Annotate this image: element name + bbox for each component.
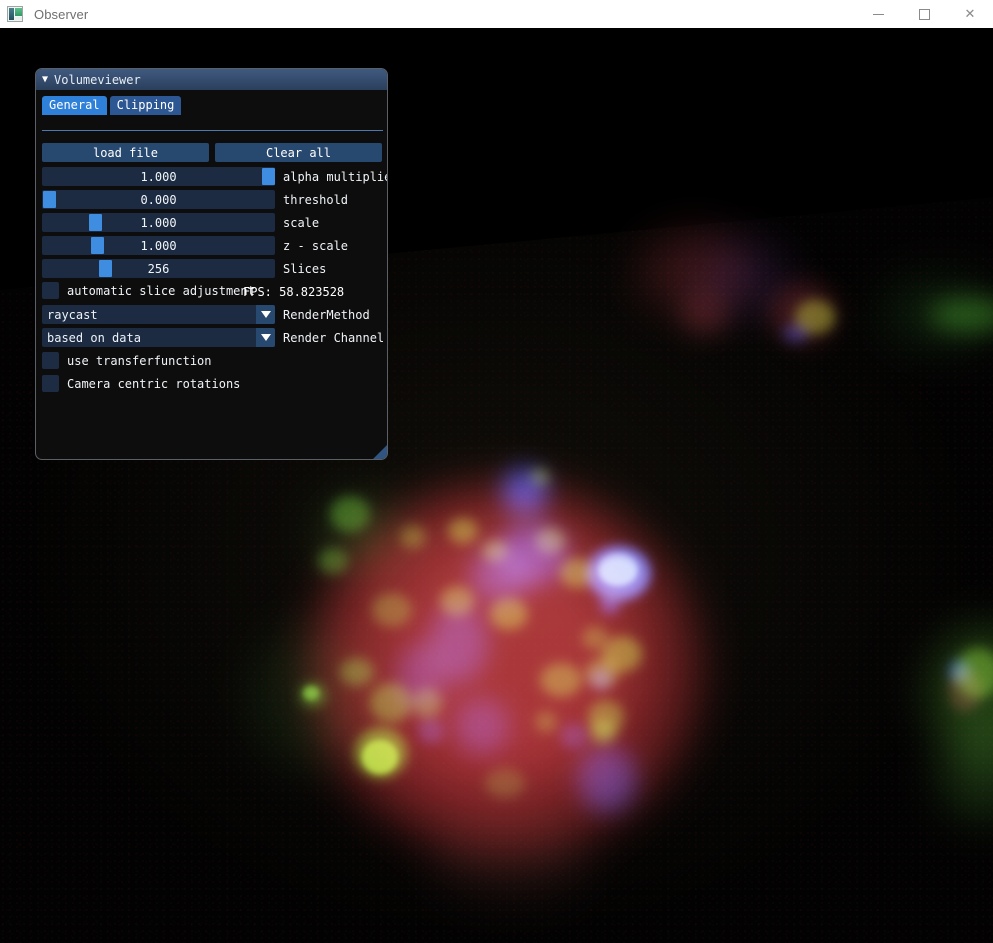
render-channel-value: based on data bbox=[47, 330, 141, 345]
panel-resize-grip[interactable] bbox=[373, 445, 387, 459]
panel-title: Volumeviewer bbox=[54, 72, 141, 87]
file-button-row: load file Clear all bbox=[42, 143, 382, 162]
slider-value: 1.000 bbox=[140, 169, 177, 184]
collapse-triangle-icon[interactable]: ▼ bbox=[42, 74, 48, 85]
alpha-multiplier-slider[interactable]: 1.000 bbox=[42, 167, 275, 186]
render-channel-dropdown[interactable]: based on data bbox=[42, 328, 275, 347]
chevron-down-icon[interactable] bbox=[256, 328, 275, 347]
automatic-slice-adjustment-checkbox[interactable] bbox=[42, 282, 59, 299]
load-file-button[interactable]: load file bbox=[42, 143, 209, 162]
maximize-icon bbox=[918, 8, 930, 20]
slider-row-threshold: 0.000 threshold bbox=[42, 190, 348, 209]
window-title: Observer bbox=[34, 6, 89, 22]
slider-value: 0.000 bbox=[140, 192, 177, 207]
tab-underline bbox=[42, 130, 383, 131]
clear-all-button[interactable]: Clear all bbox=[215, 143, 382, 162]
camera-centric-rotations-label: Camera centric rotations bbox=[67, 376, 241, 391]
maximize-button[interactable] bbox=[901, 0, 947, 28]
render-channel-label: Render Channel bbox=[283, 330, 385, 345]
title-bar: Observer ✕ bbox=[0, 0, 993, 28]
tab-general[interactable]: General bbox=[42, 96, 107, 115]
camera-centric-rotations-checkbox[interactable] bbox=[42, 375, 59, 392]
render-channel-row: based on data Render Channel bbox=[42, 328, 384, 347]
application-window: Observer ✕ ▼ Volumeviewer General Clippi… bbox=[0, 0, 993, 943]
z-scale-slider[interactable]: 1.000 bbox=[42, 236, 275, 255]
tab-bar: General Clipping bbox=[42, 96, 387, 115]
use-transferfunction-row: use transferfunction bbox=[42, 352, 212, 369]
alpha-multiplier-label: alpha multiplier bbox=[283, 169, 388, 184]
slider-row-z-scale: 1.000 z - scale bbox=[42, 236, 348, 255]
slider-row-scale: 1.000 scale bbox=[42, 213, 319, 232]
scale-slider[interactable]: 1.000 bbox=[42, 213, 275, 232]
fps-readout: FPS: 58.823528 bbox=[243, 285, 345, 299]
render-method-value: raycast bbox=[47, 307, 98, 322]
close-button[interactable]: ✕ bbox=[947, 0, 993, 28]
threshold-slider[interactable]: 0.000 bbox=[42, 190, 275, 209]
tab-clipping[interactable]: Clipping bbox=[109, 96, 182, 115]
slider-value: 1.000 bbox=[140, 238, 177, 253]
panel-header[interactable]: ▼ Volumeviewer bbox=[36, 69, 387, 90]
slices-slider[interactable]: 256 bbox=[42, 259, 275, 278]
camera-centric-rotations-row: Camera centric rotations bbox=[42, 375, 240, 392]
minimize-button[interactable] bbox=[855, 0, 901, 28]
use-transferfunction-label: use transferfunction bbox=[67, 353, 212, 368]
render-method-dropdown[interactable]: raycast bbox=[42, 305, 275, 324]
slider-row-alpha-multiplier: 1.000 alpha multiplier bbox=[42, 167, 388, 186]
application-icon bbox=[7, 6, 23, 22]
slices-label: Slices bbox=[283, 261, 327, 276]
panel-body: General Clipping load file Clear all 1.0… bbox=[36, 90, 387, 459]
automatic-slice-adjustment-row: automatic slice adjustment bbox=[42, 282, 255, 299]
slider-value: 1.000 bbox=[140, 215, 177, 230]
threshold-label: threshold bbox=[283, 192, 349, 207]
slider-value: 256 bbox=[147, 261, 170, 276]
close-icon: ✕ bbox=[964, 6, 976, 22]
render-method-row: raycast RenderMethod bbox=[42, 305, 370, 324]
use-transferfunction-checkbox[interactable] bbox=[42, 352, 59, 369]
chevron-down-icon[interactable] bbox=[256, 305, 275, 324]
automatic-slice-adjustment-label: automatic slice adjustment bbox=[67, 283, 255, 298]
slider-row-slices: 256 Slices bbox=[42, 259, 326, 278]
render-method-label: RenderMethod bbox=[283, 307, 370, 322]
volumeviewer-panel[interactable]: ▼ Volumeviewer General Clipping load fil… bbox=[35, 68, 388, 460]
scale-label: scale bbox=[283, 215, 320, 230]
minimize-icon bbox=[872, 13, 884, 15]
z-scale-label: z - scale bbox=[283, 238, 349, 253]
